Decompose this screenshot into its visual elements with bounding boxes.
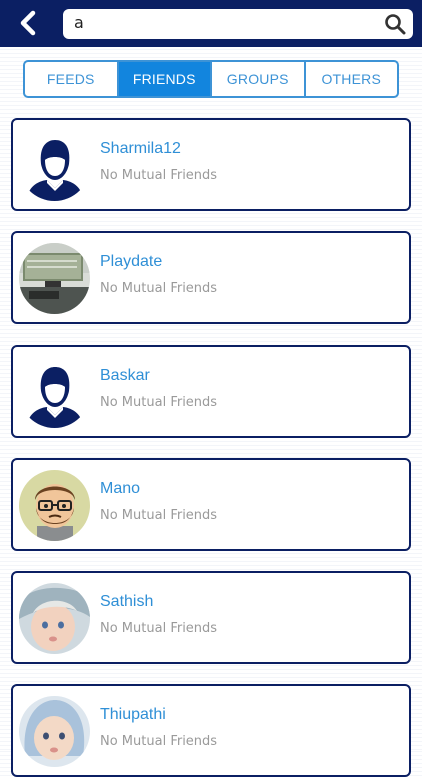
friend-name[interactable]: Mano xyxy=(100,480,140,498)
mutual-friends-text: No Mutual Friends xyxy=(100,508,218,523)
default-person-icon xyxy=(19,357,90,428)
mutual-friends-text: No Mutual Friends xyxy=(100,281,218,296)
desk-photo-icon xyxy=(19,243,90,314)
mutual-friends-text: No Mutual Friends xyxy=(100,395,218,410)
cartoon-man-icon xyxy=(19,470,90,541)
avatar xyxy=(19,583,90,654)
mutual-friends-text: No Mutual Friends xyxy=(100,168,218,183)
avatar xyxy=(19,243,90,314)
tab-feeds[interactable]: FEEDS xyxy=(25,62,119,96)
list-item[interactable]: Sathish No Mutual Friends xyxy=(11,571,411,664)
list-item[interactable]: Mano No Mutual Friends xyxy=(11,458,411,551)
tab-others[interactable]: OTHERS xyxy=(306,62,398,96)
avatar xyxy=(19,357,90,428)
friend-name[interactable]: Baskar xyxy=(100,367,150,385)
friend-name[interactable]: Sathish xyxy=(100,593,153,611)
friend-name[interactable]: Sharmila12 xyxy=(100,140,181,158)
search-input[interactable]: a xyxy=(63,9,413,39)
chevron-left-icon xyxy=(20,10,36,36)
friend-name[interactable]: Thiupathi xyxy=(100,706,166,724)
baby-hood-photo-icon xyxy=(19,696,90,767)
mutual-friends-text: No Mutual Friends xyxy=(100,621,218,636)
mutual-friends-text: No Mutual Friends xyxy=(100,734,218,749)
avatar xyxy=(19,696,90,767)
list-item[interactable]: Playdate No Mutual Friends xyxy=(11,231,411,324)
search-input-value: a xyxy=(74,13,84,32)
default-person-icon xyxy=(19,130,90,201)
avatar xyxy=(19,130,90,201)
list-item[interactable]: Baskar No Mutual Friends xyxy=(11,345,411,438)
tab-friends[interactable]: FRIENDS xyxy=(118,62,212,96)
top-bar: a xyxy=(0,0,422,47)
friend-name[interactable]: Playdate xyxy=(100,253,162,271)
list-item[interactable]: Thiupathi No Mutual Friends xyxy=(11,684,411,777)
search-button[interactable] xyxy=(384,13,406,35)
baby-photo-icon xyxy=(19,583,90,654)
search-icon xyxy=(385,14,406,35)
avatar xyxy=(19,470,90,541)
list-item[interactable]: Sharmila12 No Mutual Friends xyxy=(11,118,411,211)
back-button[interactable] xyxy=(12,8,44,38)
tab-groups[interactable]: GROUPS xyxy=(212,62,306,96)
tab-bar: FEEDS FRIENDS GROUPS OTHERS xyxy=(23,60,399,98)
